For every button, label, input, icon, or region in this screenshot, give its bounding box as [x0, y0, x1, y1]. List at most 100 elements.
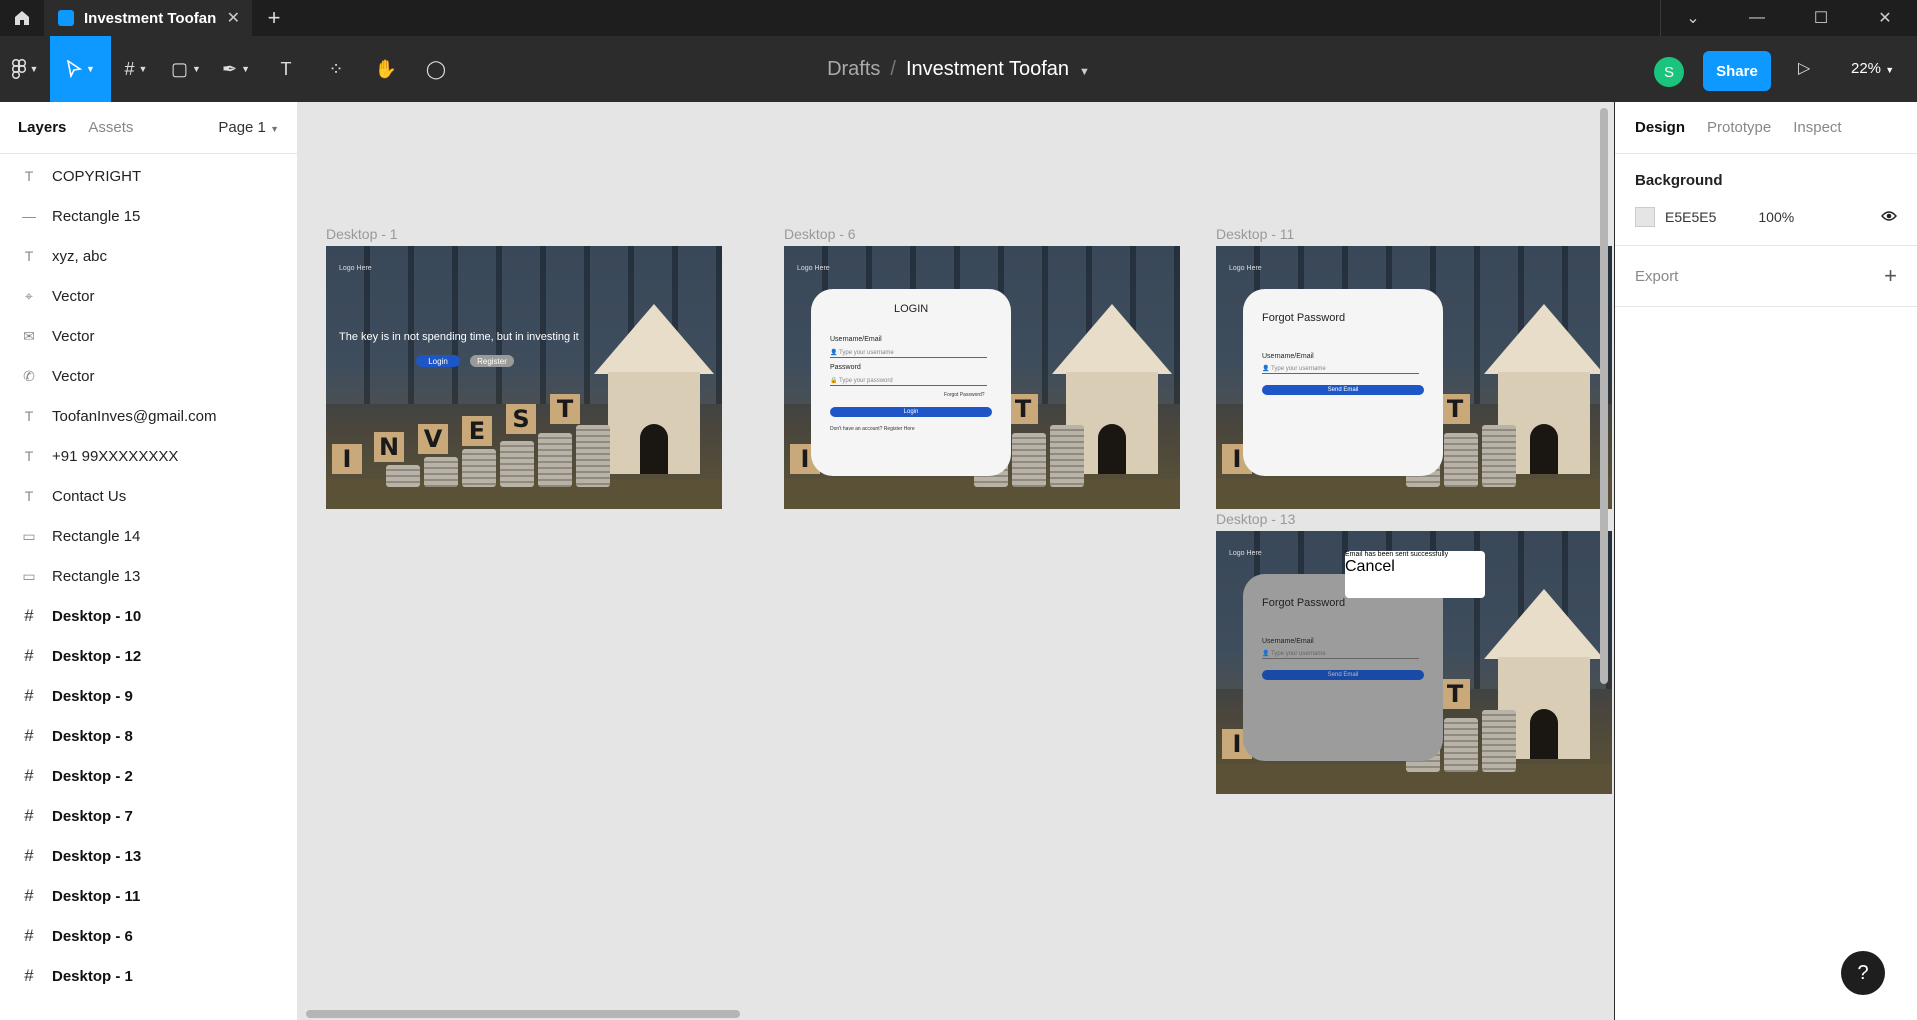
text-tool-button[interactable]: T: [261, 36, 311, 102]
move-tool-button[interactable]: ▼: [50, 36, 111, 102]
layer-item-frame[interactable]: # Desktop - 9: [0, 676, 297, 716]
tab-inspect[interactable]: Inspect: [1793, 119, 1841, 136]
figma-logo-icon: [11, 59, 26, 79]
frame-label[interactable]: Desktop - 13: [1216, 511, 1295, 527]
shape-tool-button[interactable]: ▢ ▼: [161, 36, 211, 102]
rectangle-layer-icon: ▭: [22, 567, 36, 584]
vertical-scrollbar[interactable]: [1600, 108, 1608, 684]
layer-item-frame[interactable]: # Desktop - 10: [0, 596, 297, 636]
letter-block: E: [462, 416, 492, 446]
close-tab-icon[interactable]: ✕: [227, 8, 240, 28]
letter-block: T: [1440, 394, 1470, 424]
main-menu-button[interactable]: ▼: [0, 36, 50, 102]
layer-item[interactable]: ▭ Rectangle 13: [0, 556, 297, 596]
tab-design[interactable]: Design: [1635, 119, 1685, 136]
layer-item[interactable]: ▭ Rectangle 14: [0, 516, 297, 556]
layer-item-frame[interactable]: # Desktop - 1: [0, 956, 297, 996]
tab-list-icon[interactable]: ⌄: [1661, 8, 1725, 28]
layer-item-frame[interactable]: # Desktop - 13: [0, 836, 297, 876]
send-email-button[interactable]: Send Email: [1262, 385, 1424, 395]
help-button[interactable]: ?: [1841, 951, 1885, 995]
background-opacity-value[interactable]: 100%: [1758, 209, 1794, 225]
design-canvas[interactable]: Desktop - 1 I N V E S T Logo Here The ke…: [298, 102, 1614, 1020]
maximize-icon[interactable]: ☐: [1789, 8, 1853, 28]
forgot-password-card: Forgot Password Username/Email 👤 Type yo…: [1243, 289, 1443, 476]
new-tab-button[interactable]: +: [252, 5, 296, 31]
layer-item[interactable]: T +91 99XXXXXXXX: [0, 436, 297, 476]
background-hex-value[interactable]: E5E5E5: [1665, 209, 1716, 225]
forgot-title: Forgot Password: [1262, 597, 1346, 609]
frame-tool-button[interactable]: # ▼: [111, 36, 161, 102]
username-label: Username/Email: [1262, 353, 1314, 360]
forgot-title: Forgot Password: [1262, 312, 1346, 324]
frame-label[interactable]: Desktop - 6: [784, 226, 856, 242]
close-window-icon[interactable]: ✕: [1853, 8, 1917, 28]
frame-label[interactable]: Desktop - 11: [1216, 226, 1294, 242]
layer-item-frame[interactable]: # Desktop - 7: [0, 796, 297, 836]
layer-name: +91 99XXXXXXXX: [52, 447, 179, 465]
chevron-down-icon[interactable]: ▼: [1079, 66, 1090, 78]
layer-item[interactable]: ⌖ Vector: [0, 276, 297, 316]
register-button[interactable]: Register: [470, 355, 514, 367]
layer-name: Rectangle 13: [52, 567, 141, 585]
layer-name: Desktop - 12: [52, 647, 142, 665]
add-export-icon[interactable]: +: [1884, 263, 1897, 289]
layer-name: Desktop - 13: [52, 847, 142, 865]
background-color-swatch[interactable]: [1635, 207, 1655, 227]
hand-tool-button[interactable]: ✋: [361, 36, 411, 102]
layer-item-frame[interactable]: # Desktop - 2: [0, 756, 297, 796]
breadcrumb-drafts[interactable]: Drafts: [827, 58, 880, 80]
login-submit-button[interactable]: Login: [830, 407, 992, 417]
present-play-icon[interactable]: ▷: [1798, 58, 1810, 78]
layer-item-frame[interactable]: # Desktop - 6: [0, 916, 297, 956]
horizontal-scrollbar[interactable]: [306, 1010, 740, 1018]
layer-name: ToofanInves@gmail.com: [52, 407, 217, 425]
frame-label[interactable]: Desktop - 1: [326, 226, 398, 242]
layer-item[interactable]: T Contact Us: [0, 476, 297, 516]
username-input[interactable]: 👤 Type your username: [1262, 650, 1419, 659]
layer-name: xyz, abc: [52, 247, 108, 265]
zoom-dropdown[interactable]: 22% ▼: [1851, 60, 1894, 77]
toast-cancel-button[interactable]: Cancel: [1345, 558, 1395, 575]
frame-icon: #: [124, 58, 135, 79]
share-button[interactable]: Share: [1703, 51, 1771, 91]
layer-item-frame[interactable]: # Desktop - 8: [0, 716, 297, 756]
comment-tool-button[interactable]: ◯: [411, 36, 461, 102]
pen-tool-button[interactable]: ✒ ▼: [211, 36, 261, 102]
minimize-icon[interactable]: —: [1725, 9, 1789, 27]
register-prompt[interactable]: Don't have an account? Register Here: [830, 426, 915, 432]
frame-desktop-11[interactable]: I T Logo Here Forgot Password Username/E…: [1216, 246, 1612, 509]
properties-panel: Design Prototype Inspect Background E5E5…: [1614, 102, 1917, 1020]
layer-item[interactable]: ✉ Vector: [0, 316, 297, 356]
user-avatar[interactable]: S: [1654, 57, 1684, 87]
frame-desktop-13[interactable]: I T Logo Here Forgot Password Username/E…: [1216, 531, 1612, 794]
send-email-button[interactable]: Send Email: [1262, 670, 1424, 680]
layer-item-frame[interactable]: # Desktop - 11: [0, 876, 297, 916]
layer-item[interactable]: — Rectangle 15: [0, 196, 297, 236]
login-button[interactable]: Login: [416, 355, 460, 367]
username-input[interactable]: 👤 Type your username: [830, 349, 987, 358]
layer-name: Rectangle 14: [52, 527, 141, 545]
layer-item-frame[interactable]: # Desktop - 12: [0, 636, 297, 676]
page-selector[interactable]: Page 1 ▼: [218, 119, 279, 136]
password-input[interactable]: 🔒 Type your password: [830, 377, 987, 386]
file-name[interactable]: Investment Toofan: [906, 58, 1069, 80]
layer-item[interactable]: T ToofanInves@gmail.com: [0, 396, 297, 436]
tab-assets[interactable]: Assets: [88, 119, 133, 136]
username-input[interactable]: 👤 Type your username: [1262, 365, 1419, 374]
frame-desktop-6[interactable]: I T Logo Here LOGIN Username/Email 👤 Typ…: [784, 246, 1180, 509]
file-tab[interactable]: Investment Toofan ✕: [44, 0, 252, 36]
layer-item[interactable]: ✆ Vector: [0, 356, 297, 396]
layer-item[interactable]: Txyz, abc: [0, 236, 297, 276]
frame-desktop-1[interactable]: I N V E S T Logo Here The key is in not …: [326, 246, 722, 509]
layer-list: T COPYRIGHT — Rectangle 15 Txyz, abc ⌖ Vect…: [0, 154, 297, 996]
resources-tool-button[interactable]: ⁘: [311, 36, 361, 102]
visibility-eye-icon[interactable]: [1881, 209, 1897, 226]
frame-icon: #: [24, 846, 34, 865]
layer-item[interactable]: T COPYRIGHT: [0, 156, 297, 196]
home-icon[interactable]: [0, 0, 44, 36]
forgot-password-link[interactable]: Forgot Password?: [944, 392, 985, 398]
figma-file-icon: [58, 10, 74, 26]
tab-layers[interactable]: Layers: [18, 119, 66, 136]
tab-prototype[interactable]: Prototype: [1707, 119, 1771, 136]
